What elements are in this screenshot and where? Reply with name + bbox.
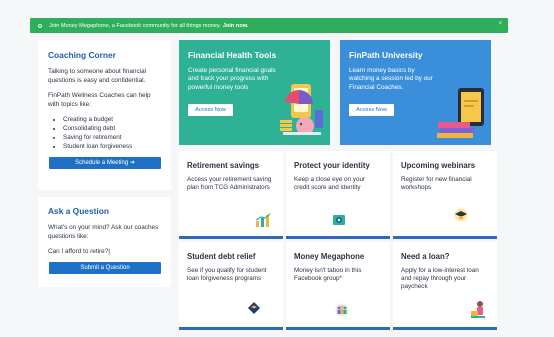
graduation-cap-icon	[454, 208, 468, 222]
access-now-button[interactable]: Access Now	[188, 103, 233, 116]
question-example: Can I afford to retire?|	[48, 248, 110, 255]
tile-desc: Register for new financial workshops	[401, 176, 472, 192]
shield-icon	[333, 215, 345, 225]
growth-chart-icon	[255, 213, 271, 227]
graduation-badge-icon	[248, 302, 260, 314]
money-tools-icon	[280, 84, 323, 135]
access-now-button[interactable]: Access Now	[349, 103, 394, 116]
ask-question-card: Ask a Question What's on your mind? Ask …	[38, 197, 171, 287]
info-icon	[38, 23, 42, 28]
hero-title: FinPath University	[349, 50, 423, 60]
coaching-corner-card: Coaching Corner Talking to someone about…	[38, 40, 171, 190]
join-now-link[interactable]: Join now.	[223, 23, 249, 29]
loan-person-icon	[471, 301, 485, 318]
student-debt-relief-tile[interactable]: Student debt relief See if you qualify f…	[179, 242, 283, 330]
financial-health-tools-card[interactable]: Financial Health Tools Create personal f…	[179, 40, 330, 145]
tile-desc: Apply for a low-interest loan and repay …	[401, 267, 479, 291]
list-item: Student loan forgiveness	[63, 142, 162, 151]
hero-desc: Learn money basics by watching a session…	[349, 67, 433, 91]
community-icon	[335, 303, 349, 317]
tile-desc: Keep a close eye on your credit score an…	[294, 176, 366, 192]
list-item: Creating a budget	[63, 115, 162, 124]
tile-title: Student debt relief	[187, 252, 256, 261]
submit-question-button[interactable]: Submit a Question	[49, 262, 161, 274]
tile-desc: Access your retirement saving plan from …	[187, 176, 272, 192]
list-item: Consolidating debt	[63, 124, 162, 133]
retirement-savings-tile[interactable]: Retirement savings Access your retiremen…	[179, 151, 283, 239]
coaching-topics: Creating a budget Consolidating debt Sav…	[48, 115, 162, 151]
question-title: Ask a Question	[48, 206, 109, 216]
tile-title: Retirement savings	[187, 161, 259, 170]
tablet-books-icon	[437, 88, 484, 138]
tile-desc: See if you qualify for student loan forg…	[187, 267, 267, 283]
coaching-help-text: FinPath Wellness Coaches can help with t…	[48, 92, 151, 108]
tile-title: Money Megaphone	[294, 252, 365, 261]
community-banner: Join Money Megaphone, a Facebook communi…	[30, 18, 508, 33]
tile-title: Upcoming webinars	[401, 161, 476, 170]
need-loan-tile[interactable]: Need a loan? Apply for a low-interest lo…	[393, 242, 497, 330]
close-icon[interactable]: ×	[498, 21, 502, 27]
finpath-university-card[interactable]: FinPath University Learn money basics by…	[340, 40, 491, 145]
hero-desc: Create personal financial goals and trac…	[188, 67, 276, 91]
question-intro: What's on your mind? Ask our coaches que…	[48, 224, 159, 240]
tile-title: Need a loan?	[401, 252, 450, 261]
hero-title: Financial Health Tools	[188, 50, 277, 60]
protect-identity-tile[interactable]: Protect your identity Keep a close eye o…	[286, 151, 390, 239]
schedule-meeting-button[interactable]: Schedule a Meeting ➔	[49, 157, 161, 169]
banner-text: Join Money Megaphone, a Facebook communi…	[49, 22, 221, 29]
coaching-intro: Talking to someone about financial quest…	[48, 68, 147, 84]
tile-desc: Money isn't taboo in this Facebook group…	[294, 267, 362, 283]
upcoming-webinars-tile[interactable]: Upcoming webinars Register for new finan…	[393, 151, 497, 239]
tile-title: Protect your identity	[294, 161, 370, 170]
list-item: Saving for retirement	[63, 133, 162, 142]
money-megaphone-tile[interactable]: Money Megaphone Money isn't taboo in thi…	[286, 242, 390, 330]
coaching-title: Coaching Corner	[48, 50, 116, 60]
